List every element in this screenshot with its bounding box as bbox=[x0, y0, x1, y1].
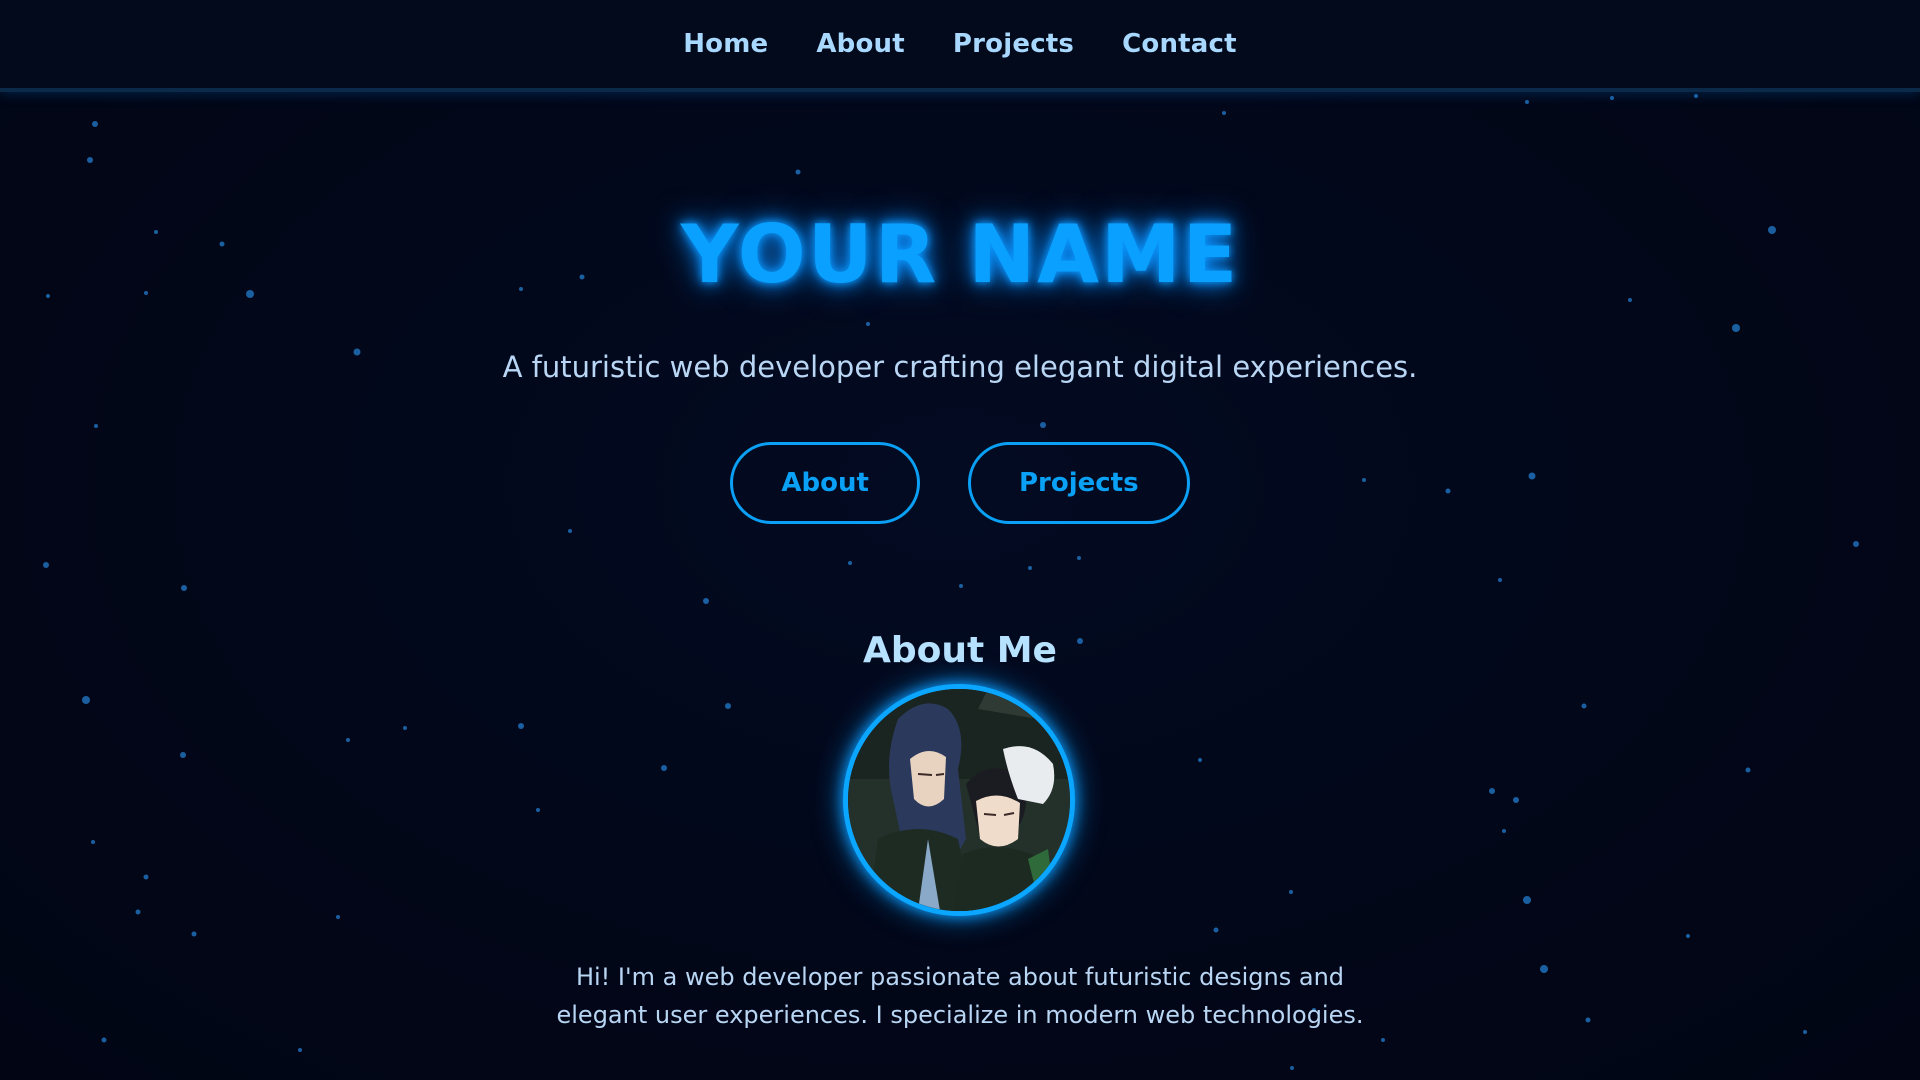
nav-link-about[interactable]: About bbox=[816, 29, 905, 59]
nav-link-projects[interactable]: Projects bbox=[953, 29, 1074, 59]
anime-characters-avatar bbox=[848, 689, 1070, 911]
hero-subtitle: A futuristic web developer crafting eleg… bbox=[502, 350, 1418, 384]
projects-button[interactable]: Projects bbox=[967, 442, 1190, 524]
nav-link-contact[interactable]: Contact bbox=[1122, 29, 1237, 59]
about-description: Hi! I'm a web developer passionate about… bbox=[556, 963, 1364, 1029]
hero-button-group: About Projects bbox=[0, 442, 1920, 524]
profile-avatar bbox=[843, 684, 1075, 916]
starfield-background bbox=[43, 94, 1859, 1070]
about-button[interactable]: About bbox=[730, 442, 920, 524]
hero-title: YOUR NAME bbox=[680, 208, 1240, 301]
top-navbar: Home About Projects Contact bbox=[0, 0, 1920, 92]
nav-link-home[interactable]: Home bbox=[683, 29, 768, 59]
about-heading: About Me bbox=[863, 630, 1057, 671]
portfolio-page: Home About Projects Contact YOUR NAME A … bbox=[0, 0, 1920, 1080]
